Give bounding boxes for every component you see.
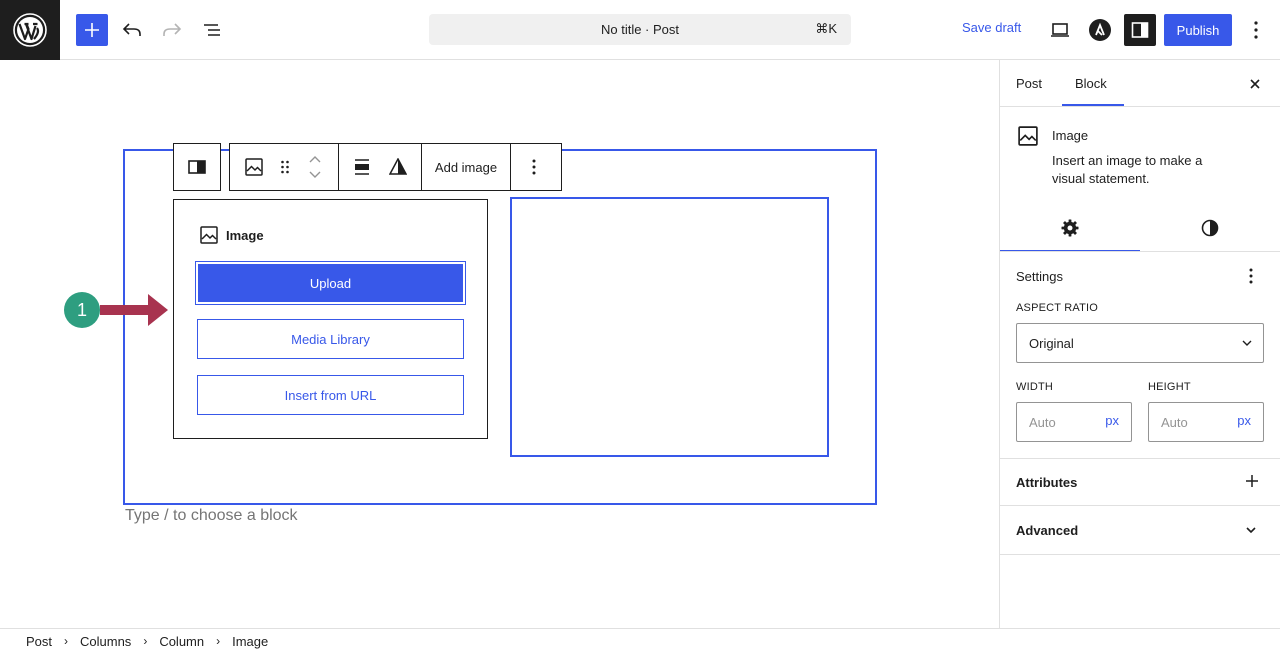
undo-button[interactable] (116, 14, 148, 46)
plugin-button[interactable] (1084, 14, 1116, 46)
breadcrumb-item-post[interactable]: Post (26, 634, 52, 649)
more-vertical-icon (1254, 21, 1258, 39)
plus-icon (85, 23, 99, 37)
upload-button[interactable]: Upload (195, 261, 466, 305)
default-block-appender[interactable]: Type / to choose a block (125, 507, 298, 525)
settings-tab[interactable] (1060, 218, 1080, 238)
options-menu-button[interactable] (1240, 14, 1272, 46)
styles-tab[interactable] (1200, 218, 1220, 238)
settings-sidebar-toggle[interactable] (1124, 14, 1156, 46)
advanced-toggle[interactable] (1245, 526, 1257, 534)
redo-icon (163, 23, 182, 36)
empty-column-block[interactable] (510, 197, 829, 457)
close-sidebar-button[interactable] (1246, 75, 1264, 93)
add-block-button[interactable] (76, 14, 108, 46)
tab-block[interactable]: Block (1075, 60, 1107, 107)
align-center-icon (355, 159, 369, 175)
wordpress-logo-icon[interactable] (0, 0, 60, 60)
divider (1000, 505, 1280, 506)
attributes-add-button[interactable] (1244, 473, 1260, 489)
desktop-preview-icon (1051, 23, 1069, 37)
plus-icon (1246, 475, 1258, 487)
move-controls[interactable] (292, 144, 338, 190)
publish-button[interactable]: Publish (1164, 14, 1232, 46)
width-unit[interactable]: px (1105, 413, 1119, 428)
height-input[interactable]: Auto px (1148, 402, 1264, 442)
settings-panel-title: Settings (1016, 269, 1063, 284)
breadcrumb: Post › Columns › Column › Image (0, 628, 1280, 653)
parent-selector-button[interactable] (173, 143, 221, 191)
columns-icon (188, 160, 206, 174)
list-view-icon (204, 24, 220, 36)
chevron-right-icon: › (143, 634, 148, 648)
breadcrumb-item-column[interactable]: Column (159, 634, 204, 649)
breadcrumb-item-columns[interactable]: Columns (80, 634, 131, 649)
aspect-ratio-value: Original (1029, 335, 1074, 351)
duotone-button[interactable] (385, 144, 411, 190)
insert-from-url-button[interactable]: Insert from URL (197, 375, 464, 415)
undo-icon (122, 23, 141, 36)
chevron-down-icon (1246, 527, 1256, 534)
height-label: HEIGHT (1148, 381, 1191, 393)
advanced-panel-title[interactable]: Advanced (1016, 523, 1078, 538)
drag-handle[interactable] (278, 144, 292, 190)
chevron-right-icon: › (216, 634, 221, 648)
image-icon (1018, 126, 1038, 146)
media-library-button[interactable]: Media Library (197, 319, 464, 359)
image-placeholder: Image Upload Media Library Insert from U… (173, 199, 488, 439)
command-bar[interactable]: No title · Post ⌘K (429, 14, 851, 45)
step-number-badge: 1 (64, 292, 100, 328)
block-options-button[interactable] (511, 144, 557, 190)
settings-options-button[interactable] (1248, 267, 1254, 285)
width-input[interactable]: Auto px (1016, 402, 1132, 442)
chevron-right-icon: › (64, 634, 69, 648)
document-title: No title · Post (600, 22, 680, 37)
drag-handle-icon (281, 160, 289, 174)
tab-post[interactable]: Post (1016, 60, 1042, 107)
pointer-arrow-icon (100, 294, 168, 326)
preview-button[interactable] (1044, 14, 1076, 46)
width-label: WIDTH (1016, 381, 1054, 393)
width-placeholder: Auto (1029, 414, 1056, 430)
divider (1000, 458, 1280, 459)
block-card-description: Insert an image to make a visual stateme… (1052, 153, 1203, 186)
astra-logo-icon (1089, 19, 1111, 41)
more-vertical-icon (532, 159, 536, 175)
placeholder-label: Image (200, 226, 264, 244)
chevron-up-icon[interactable] (309, 156, 321, 163)
gear-icon (1061, 219, 1079, 237)
aspect-ratio-label: ASPECT RATIO (1016, 302, 1099, 314)
document-overview-button[interactable] (196, 14, 228, 46)
block-toolbar-group: Add image (229, 143, 562, 191)
divider (1000, 554, 1280, 555)
divider (1000, 251, 1280, 252)
close-icon (1250, 79, 1260, 89)
save-draft-button[interactable]: Save draft (962, 20, 1021, 35)
align-button[interactable] (339, 144, 385, 190)
block-type-button[interactable] (230, 144, 278, 190)
duotone-icon (389, 158, 407, 175)
height-unit[interactable]: px (1237, 413, 1251, 428)
image-icon (200, 226, 218, 244)
aspect-ratio-select[interactable]: Original (1016, 323, 1264, 363)
chevron-down-icon[interactable] (309, 171, 321, 178)
contrast-icon (1201, 219, 1219, 237)
editor-header: No title · Post ⌘K Save draft Publish (0, 0, 1280, 60)
height-placeholder: Auto (1161, 414, 1188, 430)
command-shortcut: ⌘K (815, 21, 837, 36)
image-icon (245, 158, 263, 176)
attributes-panel-title[interactable]: Attributes (1016, 475, 1077, 490)
redo-button[interactable] (156, 14, 188, 46)
divider (1000, 106, 1280, 107)
add-image-button[interactable]: Add image (422, 144, 510, 190)
placeholder-title: Image (226, 227, 264, 243)
block-card-title: Image (1052, 128, 1089, 143)
settings-sidebar: Post Block Image Insert an image to make… (999, 60, 1280, 628)
chevron-down-icon (1242, 340, 1252, 346)
block-card-icon (1018, 126, 1038, 146)
breadcrumb-item-image: Image (232, 633, 269, 649)
sidebar-icon (1131, 22, 1149, 38)
more-vertical-icon (1249, 268, 1253, 284)
